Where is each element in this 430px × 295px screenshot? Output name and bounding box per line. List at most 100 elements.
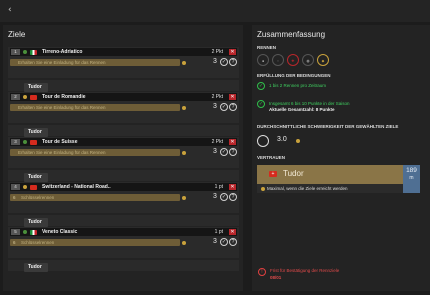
goal-dropdown[interactable]: Erhalten Sie eine Einladung für das Renn… (10, 149, 180, 156)
help-icon[interactable]: ? (229, 148, 237, 156)
goal-dropdown[interactable]: 6 Schlüsselrennen (10, 194, 180, 201)
difficulty-section-label: DURCHSCHNITTLICHE SCHWIERIGKEIT DER GEWÄ… (257, 124, 399, 129)
sponsor-chip[interactable]: Tudor (24, 218, 48, 227)
race-points: 2 Pkt (211, 139, 223, 145)
check-icon[interactable]: ✓ (220, 103, 228, 111)
race-card: 3 Tour de Suisse 2 Pkt ✕ Erhalten Sie ei… (8, 137, 239, 168)
deadline-warning-icon: ! (258, 268, 266, 276)
race-goal-group: 1 Tirreno-Adriatico 2 Pkt ✕ Erhalten Sie… (8, 47, 239, 93)
help-icon[interactable]: ? (229, 193, 237, 201)
coin-icon (182, 151, 186, 155)
race-logo-icon: ◍ (302, 54, 314, 66)
trust-card: + Tudor (257, 165, 403, 184)
conditions-section-label: ERFÜLLUNG DER BEDINGUNGEN (257, 73, 331, 78)
trust-note-row: Maximal, wenn die Ziele erreicht werden (257, 184, 403, 193)
race-card: 4 Switzerland - National Road.. 1 pt ✕ 6… (8, 182, 239, 213)
goal-dropdown[interactable]: Erhalten Sie eine Einladung für das Renn… (10, 104, 180, 111)
goal-count: 3 (213, 193, 217, 200)
check-icon[interactable]: ✓ (220, 58, 228, 66)
goal-dropdown[interactable]: 6 Schlüsselrennen (10, 239, 180, 246)
race-name: Tour de Romandie (42, 94, 86, 100)
help-icon[interactable]: ? (229, 238, 237, 246)
coin-icon (182, 196, 186, 200)
coin-icon (182, 106, 186, 110)
race-logo-icon: ● (257, 54, 269, 66)
check-icon[interactable]: ✓ (220, 193, 228, 201)
race-index: 5 (11, 229, 20, 235)
race-card: 1 Tirreno-Adriatico 2 Pkt ✕ Erhalten Sie… (8, 47, 239, 78)
status-dot-icon (23, 50, 27, 54)
race-icons: ● ◦ ✚ ◍ ◆ (257, 54, 347, 66)
help-icon[interactable]: ? (229, 103, 237, 111)
help-icon[interactable]: ? (229, 58, 237, 66)
race-goal-group: 2 Tour de Romandie 2 Pkt ✕ Erhalten Sie … (8, 92, 239, 138)
check-icon[interactable]: ✓ (220, 238, 228, 246)
race-goal-group: 4 Switzerland - National Road.. 1 pt ✕ 6… (8, 182, 239, 228)
race-index: 4 (11, 184, 20, 190)
coin-icon (182, 61, 186, 65)
race-header: 3 Tour de Suisse 2 Pkt ✕ (10, 138, 237, 146)
race-card: 5 Veneto Classic 1 pt ✕ 6 Schlüsselrenne… (8, 227, 239, 258)
status-dot-icon (23, 95, 27, 99)
race-points: 2 Pkt (211, 49, 223, 55)
difficulty-gauge-icon (257, 135, 269, 147)
switzerland-flag-icon: + (269, 171, 277, 177)
status-dot-icon (23, 230, 27, 234)
remove-race-button[interactable]: ✕ (229, 139, 236, 145)
trust-section-label: VERTRAUEN (257, 155, 286, 160)
remove-race-button[interactable]: ✕ (229, 184, 236, 190)
summary-panel: Zusammenfassung RENNEN ● ◦ ✚ ◍ ◆ ERFÜLLU… (252, 25, 430, 291)
sponsor-chip[interactable]: Tudor (24, 128, 48, 137)
italy-flag-icon (30, 49, 37, 55)
switzerland-flag-icon (30, 184, 37, 190)
race-index: 2 (11, 94, 20, 100)
difficulty-value: 3.0 (277, 136, 287, 143)
back-icon[interactable]: ‹ (8, 5, 12, 15)
sponsor-chip[interactable]: Tudor (24, 173, 48, 182)
remove-race-button[interactable]: ✕ (229, 229, 236, 235)
difficulty-coin-icon (296, 139, 300, 143)
race-goal-group: 3 Tour de Suisse 2 Pkt ✕ Erhalten Sie ei… (8, 137, 239, 183)
check-icon[interactable]: ✓ (220, 148, 228, 156)
race-logo-icon: ✚ (287, 54, 299, 66)
sponsor-row: Tudor (8, 125, 239, 137)
goal-count: 3 (213, 103, 217, 110)
trust-note: Maximal, wenn die Ziele erreicht werden (267, 186, 348, 191)
sponsor-row: Tudor (8, 170, 239, 182)
goal-count: 3 (213, 238, 217, 245)
goal-count: 3 (213, 58, 217, 65)
race-points: 1 pt (214, 229, 223, 235)
race-points: 1 pt (214, 184, 223, 190)
race-goal-group: 5 Veneto Classic 1 pt ✕ 6 Schlüsselrenne… (8, 227, 239, 273)
check-icon: ✓ (257, 100, 265, 108)
italy-flag-icon (30, 229, 37, 235)
race-points: 2 Pkt (211, 94, 223, 100)
race-name: Switzerland - National Road.. (42, 184, 111, 190)
sponsor-chip[interactable]: Tudor (24, 263, 48, 272)
race-index: 3 (11, 139, 20, 145)
race-name: Veneto Classic (42, 229, 78, 235)
status-dot-icon (23, 185, 27, 189)
deadline-date: 08/01 (270, 275, 282, 280)
race-name: Tour de Suisse (42, 139, 78, 145)
check-icon: ✓ (257, 82, 265, 90)
race-name: Tirreno-Adriatico (42, 49, 83, 55)
goal-dropdown[interactable]: Erhalten Sie eine Einladung für das Renn… (10, 59, 180, 66)
sponsor-row: Tudor (8, 215, 239, 227)
top-bar: ‹ (0, 0, 430, 22)
remove-race-button[interactable]: ✕ (229, 94, 236, 100)
race-header: 5 Veneto Classic 1 pt ✕ (10, 228, 237, 236)
race-header: 2 Tour de Romandie 2 Pkt ✕ (10, 93, 237, 101)
race-index: 1 (11, 49, 20, 55)
trust-team: Tudor (283, 169, 304, 178)
race-logo-icon: ◦ (272, 54, 284, 66)
sponsor-row: Tudor (8, 260, 239, 272)
deadline-label: Frist für Bestätigung der Rennziele (270, 268, 340, 273)
switzerland-flag-icon (30, 94, 37, 100)
status-dot-icon (23, 140, 27, 144)
coin-icon (261, 186, 265, 191)
races-section-label: RENNEN (257, 45, 277, 50)
sponsor-chip[interactable]: Tudor (24, 83, 48, 92)
remove-race-button[interactable]: ✕ (229, 49, 236, 55)
race-logo-icon: ◆ (317, 54, 329, 66)
